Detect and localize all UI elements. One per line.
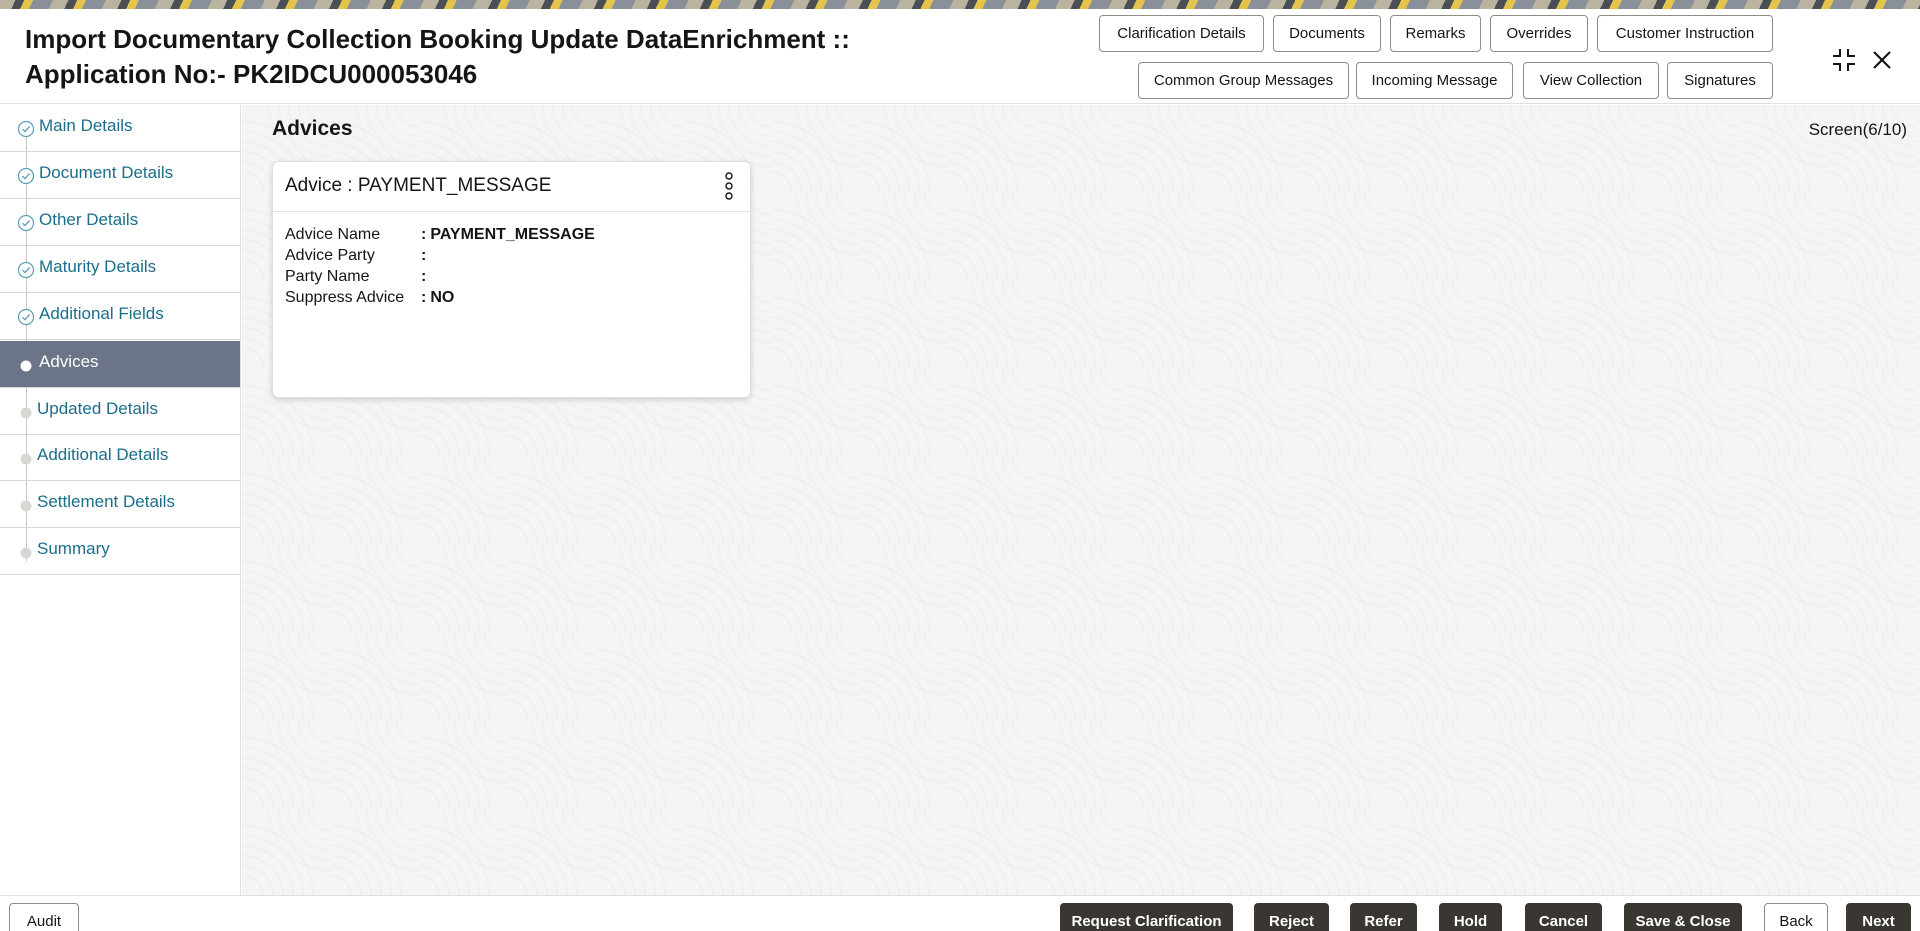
documents-button[interactable]: Documents — [1273, 15, 1381, 52]
collapse-icon[interactable] — [1829, 45, 1859, 75]
current-step-dot-icon — [20, 359, 32, 372]
check-circle-icon — [17, 214, 35, 232]
application-window: Import Documentary Collection Booking Up… — [0, 9, 1920, 931]
section-title: Advices — [272, 117, 353, 140]
page-title: Import Documentary Collection Booking Up… — [25, 22, 905, 92]
back-button[interactable]: Back — [1764, 903, 1828, 931]
field-separator: : — [421, 226, 427, 243]
check-circle-icon — [17, 308, 35, 326]
advice-name-field: Advice Name: PAYMENT_MESSAGE — [285, 226, 595, 244]
clarification-details-button[interactable]: Clarification Details — [1099, 15, 1264, 52]
signatures-button[interactable]: Signatures — [1667, 62, 1773, 99]
request-clarification-button[interactable]: Request Clarification — [1060, 903, 1233, 931]
overrides-button[interactable]: Overrides — [1490, 15, 1588, 52]
sidebar-item-settlement-details[interactable]: Settlement Details — [0, 481, 240, 528]
incoming-message-button[interactable]: Incoming Message — [1356, 62, 1513, 99]
field-value: PAYMENT_MESSAGE — [430, 226, 595, 243]
sidebar-item-additional-fields[interactable]: Additional Fields — [0, 293, 240, 340]
sidebar-item-label: Settlement Details — [37, 492, 175, 511]
advice-card: Advice : PAYMENT_MESSAGE Advice Name: PAY… — [272, 161, 751, 398]
window-top-strip — [0, 0, 1920, 9]
check-circle-icon — [17, 120, 35, 138]
sidebar-item-maturity-details[interactable]: Maturity Details — [0, 246, 240, 293]
party-name-field: Party Name: — [285, 268, 430, 286]
next-button[interactable]: Next — [1846, 903, 1911, 931]
sidebar-item-label: Maturity Details — [39, 257, 157, 276]
sidebar-item-label: Advices — [39, 352, 99, 371]
screen-indicator: Screen(6/10) — [1808, 120, 1907, 139]
field-label: Suppress Advice — [285, 289, 405, 306]
field-separator: : — [421, 268, 427, 285]
sidebar-item-updated-details[interactable]: Updated Details — [0, 388, 240, 435]
step-navigation-sidebar: Main Details Document Details Other Deta… — [0, 105, 241, 903]
field-label: Advice Name — [285, 226, 381, 243]
sidebar-item-label: Additional Details — [37, 445, 169, 464]
pending-step-dot-icon — [20, 406, 32, 419]
field-label: Advice Party — [285, 247, 375, 264]
save-and-close-button[interactable]: Save & Close — [1624, 903, 1742, 931]
more-options-icon[interactable] — [722, 170, 736, 202]
sidebar-item-label: Additional Fields — [39, 304, 164, 323]
footer-action-bar: Audit Request Clarification Reject Refer… — [0, 895, 1920, 931]
hold-button[interactable]: Hold — [1439, 903, 1502, 931]
view-collection-button[interactable]: View Collection — [1523, 62, 1659, 99]
refer-button[interactable]: Refer — [1350, 903, 1417, 931]
reject-button[interactable]: Reject — [1254, 903, 1329, 931]
advice-card-title: Advice : PAYMENT_MESSAGE — [285, 175, 552, 196]
common-group-messages-button[interactable]: Common Group Messages — [1138, 62, 1349, 99]
field-separator: : — [421, 289, 427, 306]
sidebar-item-other-details[interactable]: Other Details — [0, 199, 240, 246]
field-separator: : — [421, 247, 427, 264]
suppress-advice-field: Suppress Advice: NO — [285, 289, 454, 307]
cancel-button[interactable]: Cancel — [1525, 903, 1602, 931]
sidebar-item-additional-details[interactable]: Additional Details — [0, 434, 240, 481]
check-circle-icon — [17, 261, 35, 279]
remarks-button[interactable]: Remarks — [1390, 15, 1481, 52]
sidebar-item-document-details[interactable]: Document Details — [0, 152, 240, 199]
pending-step-dot-icon — [20, 452, 32, 465]
customer-instruction-button[interactable]: Customer Instruction — [1597, 15, 1773, 52]
sidebar-item-label: Document Details — [39, 163, 174, 182]
advice-party-field: Advice Party: — [285, 247, 430, 265]
sidebar-item-main-details[interactable]: Main Details — [0, 105, 240, 152]
advice-card-header: Advice : PAYMENT_MESSAGE — [273, 162, 750, 212]
header-bar: Import Documentary Collection Booking Up… — [0, 9, 1920, 104]
pending-step-dot-icon — [20, 499, 32, 512]
field-label: Party Name — [285, 268, 370, 285]
sidebar-item-label: Updated Details — [37, 399, 158, 418]
page-title-line-2: Application No:- PK2IDCU000053046 — [25, 59, 478, 89]
sidebar-item-summary[interactable]: Summary — [0, 528, 240, 575]
field-value: NO — [430, 289, 455, 306]
check-circle-icon — [17, 167, 35, 185]
main-content: Advices Screen(6/10) Advice : PAYMENT_ME… — [242, 105, 1920, 903]
sidebar-item-label: Summary — [37, 539, 110, 558]
pending-step-dot-icon — [20, 546, 32, 559]
sidebar-item-label: Other Details — [39, 210, 139, 229]
audit-button[interactable]: Audit — [9, 903, 79, 931]
sidebar-item-label: Main Details — [39, 116, 133, 135]
sidebar-item-advices[interactable]: Advices — [0, 341, 240, 388]
close-icon[interactable] — [1867, 45, 1897, 75]
page-title-line-1: Import Documentary Collection Booking Up… — [25, 24, 850, 54]
